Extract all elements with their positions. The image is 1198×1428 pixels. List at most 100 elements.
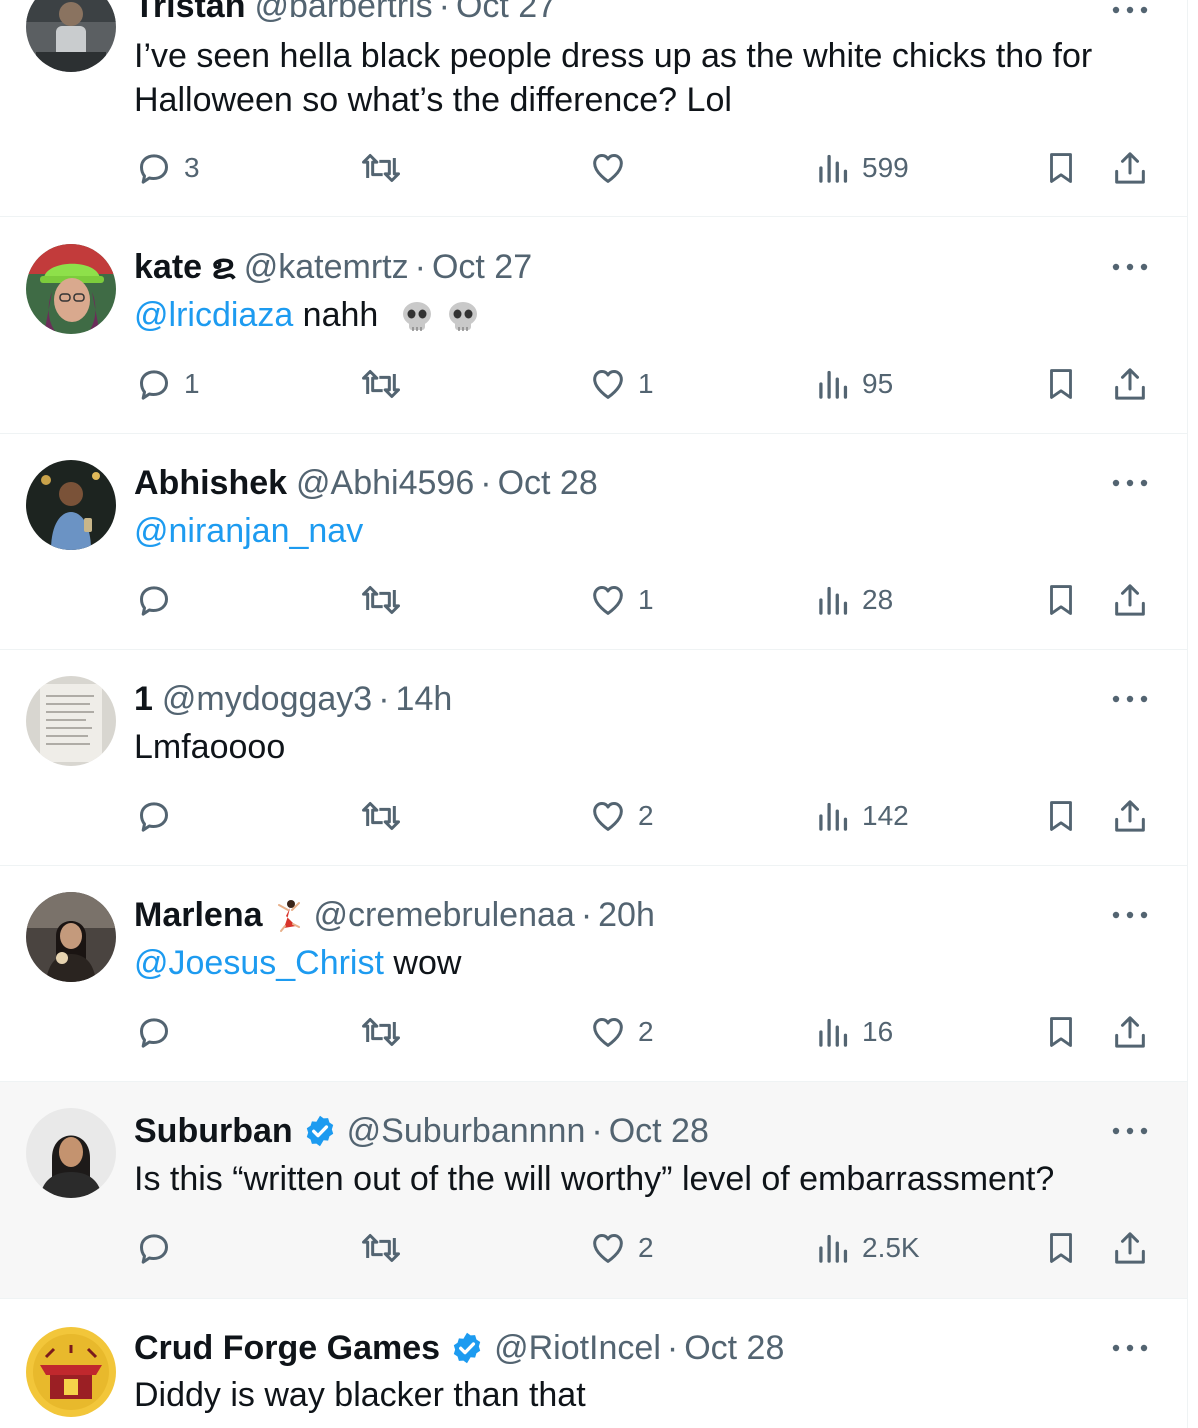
timestamp[interactable]: Oct 28: [498, 463, 598, 503]
share-button[interactable]: [1110, 1228, 1150, 1268]
bookmark-button[interactable]: [1042, 1228, 1080, 1268]
avatar[interactable]: [26, 1108, 116, 1198]
avatar[interactable]: [26, 676, 116, 766]
retweet-button[interactable]: [359, 1228, 403, 1268]
views-button[interactable]: 142: [816, 796, 909, 836]
avatar[interactable]: [26, 892, 116, 982]
bookmark-button[interactable]: [1042, 364, 1080, 404]
views-button[interactable]: 16: [816, 1012, 893, 1052]
like-button[interactable]: 1: [588, 580, 654, 620]
handle[interactable]: @mydoggay3: [162, 679, 372, 719]
like-button[interactable]: 1: [588, 364, 654, 404]
display-name[interactable]: Crud Forge Games: [134, 1328, 440, 1368]
views-button[interactable]: 2.5K: [816, 1228, 920, 1268]
display-name[interactable]: Abhishek: [134, 463, 287, 503]
tweet-text-content: Is this “written out of the will worthy”…: [134, 1160, 1055, 1198]
tweet-crud-forge-games[interactable]: Crud Forge Games @RiotIncel · Oct 28 Did…: [0, 1299, 1188, 1428]
timestamp[interactable]: Oct 27: [432, 247, 532, 287]
like-button[interactable]: 2: [588, 1012, 654, 1052]
reply-button[interactable]: [134, 580, 184, 620]
timestamp[interactable]: Oct 28: [684, 1328, 784, 1368]
share-button[interactable]: [1110, 580, 1150, 620]
separator-dot: ·: [414, 248, 426, 286]
reply-icon: [140, 586, 168, 616]
reply-count: 3: [184, 152, 200, 183]
avatar[interactable]: [26, 1327, 116, 1417]
display-name[interactable]: Tristan: [134, 0, 245, 26]
tweet-marlena[interactable]: Marlena @cremebrulenaa · 20h @Joesus_Chr…: [0, 866, 1188, 1082]
timestamp[interactable]: Oct 27: [456, 0, 556, 26]
verified-badge-icon[interactable]: [302, 1113, 338, 1149]
tweet-text: @lricdiaza nahh: [134, 293, 1154, 337]
reply-button[interactable]: 3: [134, 148, 200, 188]
tweet-kate[interactable]: kate ຂ @katemrtz · Oct 27 @lricdiaza nah…: [0, 217, 1188, 434]
mention-link[interactable]: @niranjan_nav: [134, 512, 363, 550]
retweet-button[interactable]: [359, 580, 403, 620]
more-icon[interactable]: [1110, 1342, 1150, 1354]
views-button[interactable]: 95: [816, 364, 893, 404]
tweet-text-content: wow: [383, 944, 462, 982]
tweet-abhishek[interactable]: Abhishek @Abhi4596 · Oct 28 @niranjan_na…: [0, 434, 1188, 650]
avatar[interactable]: [26, 244, 116, 334]
display-name[interactable]: Marlena: [134, 895, 263, 935]
tweet-tristan[interactable]: Tristan @barbertris · Oct 27 I’ve seen h…: [0, 0, 1188, 217]
like-count: 1: [638, 584, 654, 615]
more-icon[interactable]: [1110, 4, 1150, 16]
tweet-mydoggay3[interactable]: 1 @mydoggay3 · 14h Lmfaoooo 2 142: [0, 650, 1188, 866]
handle[interactable]: @Abhi4596: [296, 463, 474, 503]
handle[interactable]: @Suburbannnn: [347, 1111, 586, 1151]
tweet-text-line: I’ve seen hella black people dress up as…: [134, 37, 1093, 75]
reply-icon: [140, 370, 168, 400]
handle[interactable]: @RiotIncel: [494, 1328, 661, 1368]
avatar[interactable]: [26, 0, 116, 72]
tweet-header: Suburban @Suburbannnn · Oct 28: [134, 1111, 709, 1151]
like-button[interactable]: [588, 148, 638, 188]
retweet-button[interactable]: [359, 1012, 403, 1052]
retweet-button[interactable]: [359, 148, 403, 188]
reply-button[interactable]: [134, 796, 184, 836]
handle[interactable]: @katemrtz: [244, 247, 409, 287]
views-button[interactable]: 599: [816, 148, 909, 188]
tweet-header: kate ຂ @katemrtz · Oct 27: [134, 247, 532, 287]
action-bar: 2 142: [0, 796, 1188, 842]
more-icon[interactable]: [1110, 477, 1150, 489]
reply-button[interactable]: [134, 1012, 184, 1052]
tweet-suburban[interactable]: Suburban @Suburbannnn · Oct 28 Is this “…: [0, 1082, 1188, 1299]
more-icon[interactable]: [1110, 1125, 1150, 1137]
reply-button[interactable]: 1: [134, 364, 200, 404]
retweet-button[interactable]: [359, 364, 403, 404]
tweet-header: Crud Forge Games @RiotIncel · Oct 28: [134, 1328, 784, 1368]
more-icon[interactable]: [1110, 261, 1150, 273]
share-button[interactable]: [1110, 364, 1150, 404]
like-button[interactable]: 2: [588, 1228, 654, 1268]
handle[interactable]: @barbertris: [254, 0, 432, 26]
display-name[interactable]: 1: [134, 679, 153, 719]
view-count: 95: [862, 368, 894, 399]
bookmark-button[interactable]: [1042, 148, 1080, 188]
share-button[interactable]: [1110, 796, 1150, 836]
retweet-button[interactable]: [359, 796, 403, 836]
handle[interactable]: @cremebrulenaa: [314, 895, 575, 935]
avatar[interactable]: [26, 460, 116, 550]
timestamp[interactable]: Oct 28: [609, 1111, 709, 1151]
share-icon: [1115, 1232, 1145, 1264]
share-button[interactable]: [1110, 1012, 1150, 1052]
display-name[interactable]: Suburban: [134, 1111, 293, 1151]
dancer-emoji-icon: [277, 900, 300, 932]
skull-emoji-icon: [402, 302, 431, 332]
views-button[interactable]: 28: [816, 580, 893, 620]
verified-badge-icon[interactable]: [449, 1330, 485, 1366]
timestamp[interactable]: 20h: [598, 895, 655, 935]
mention-link[interactable]: @lricdiaza: [134, 296, 293, 334]
bookmark-button[interactable]: [1042, 796, 1080, 836]
mention-link[interactable]: @Joesus_Christ: [134, 944, 384, 982]
reply-button[interactable]: [134, 1228, 184, 1268]
share-button[interactable]: [1110, 148, 1150, 188]
more-icon[interactable]: [1110, 693, 1150, 705]
display-name[interactable]: kate ຂ: [134, 247, 235, 287]
bookmark-button[interactable]: [1042, 580, 1080, 620]
bookmark-button[interactable]: [1042, 1012, 1080, 1052]
timestamp[interactable]: 14h: [396, 679, 453, 719]
like-button[interactable]: 2: [588, 796, 654, 836]
more-icon[interactable]: [1110, 909, 1150, 921]
